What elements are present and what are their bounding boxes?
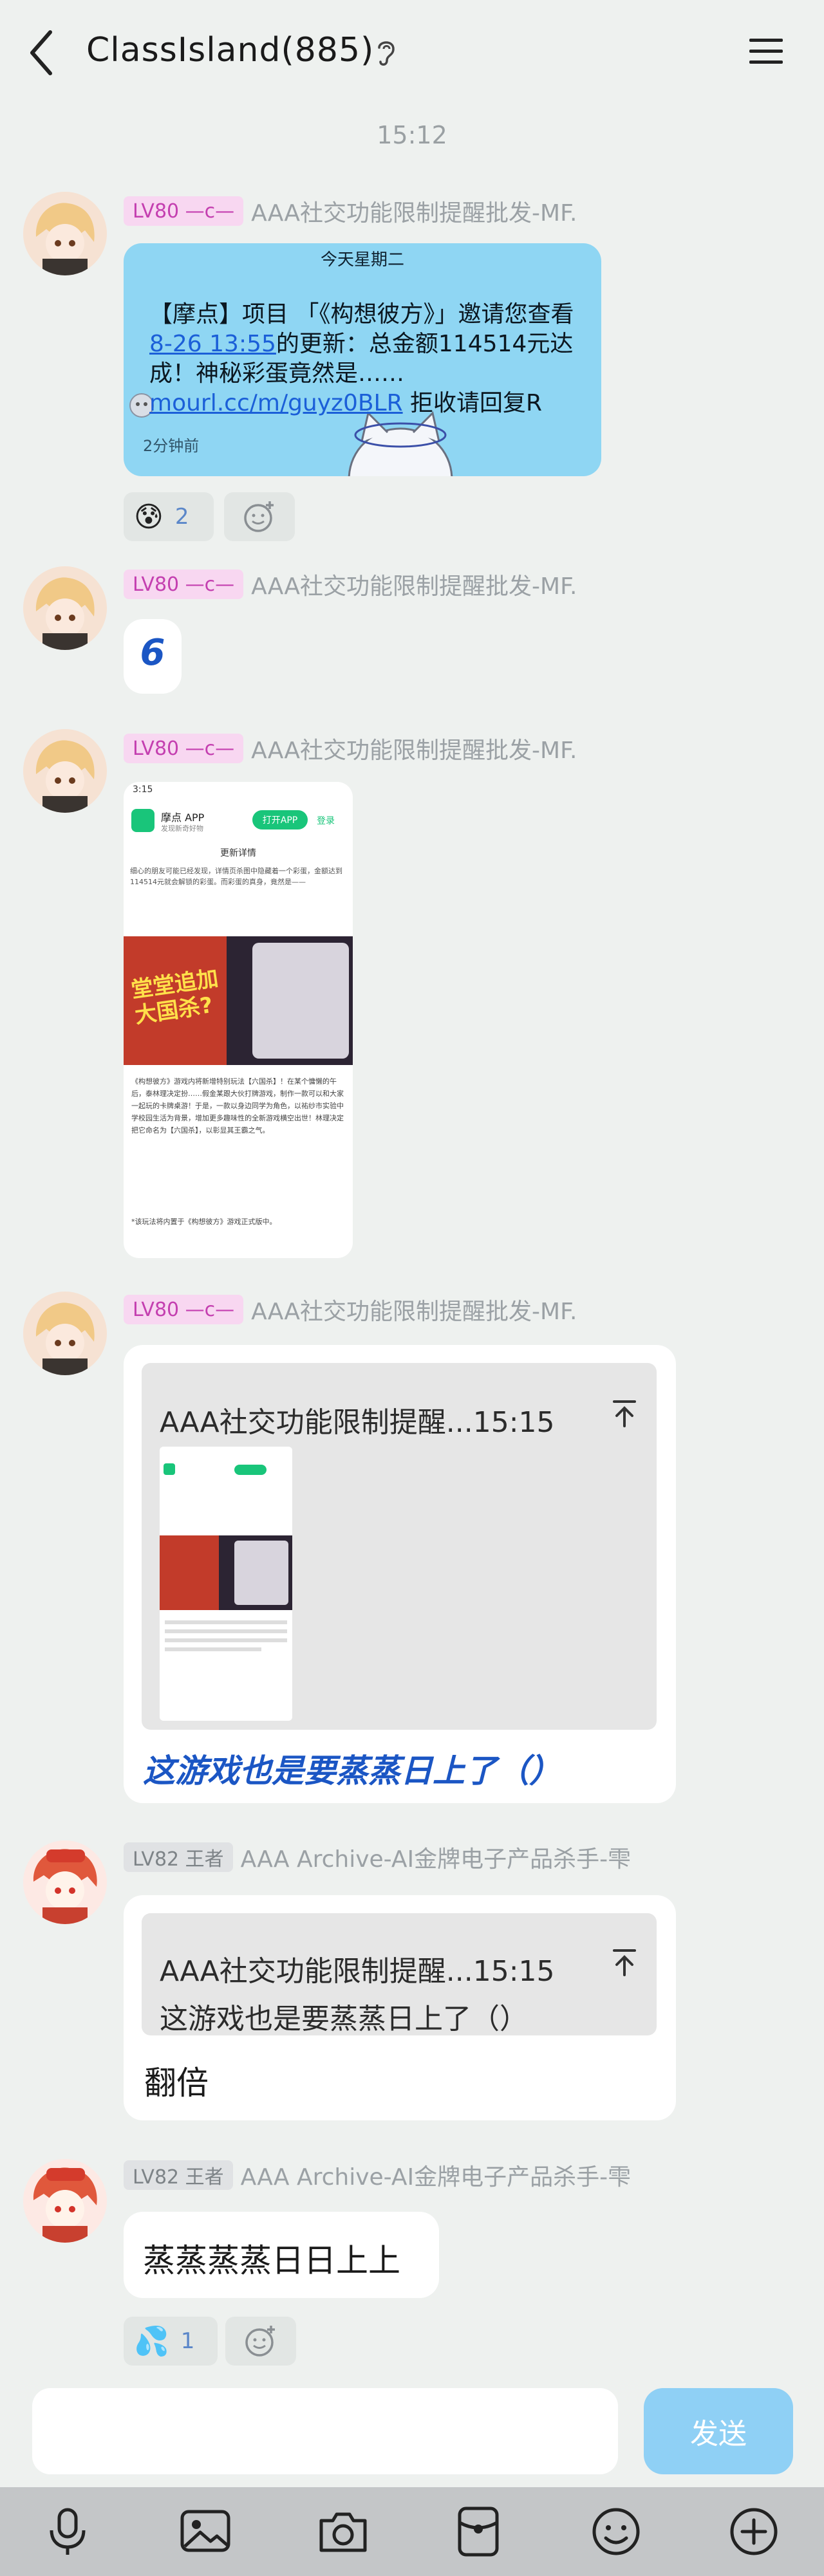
- poster-image: 堂堂追加 大国杀?: [124, 936, 353, 1065]
- plus-icon[interactable]: [725, 2503, 783, 2561]
- top-bar: ClassIsland(885): [0, 0, 824, 106]
- quote-header: AAA社交功能限制提醒...15:15: [160, 1955, 555, 1988]
- message-text: 蒸蒸蒸蒸日日上上: [143, 2242, 400, 2279]
- note-text: *该玩法将内置于《构想彼方》游戏正式版中。: [131, 1218, 277, 1226]
- card-text: 【摩点】项目 「《构想彼方》」邀请您查看8-26 13:55的更新：总金额114…: [149, 300, 587, 418]
- add-emoji-icon: [244, 501, 274, 532]
- camera-icon[interactable]: [314, 2503, 372, 2561]
- add-reaction-button[interactable]: [225, 2317, 296, 2366]
- quoted-image-thumbnail: [160, 1447, 292, 1721]
- chevron-left-icon[interactable]: [26, 27, 58, 79]
- red-packet-icon[interactable]: [449, 2503, 507, 2561]
- message-text: 这游戏也是要蒸蒸日上了（）: [143, 1752, 561, 1790]
- avatar[interactable]: [23, 192, 107, 275]
- message-bubble[interactable]: 蒸蒸蒸蒸日日上上: [124, 2212, 439, 2298]
- sms-forward-card[interactable]: 今天星期二 【摩点】项目 「《构想彼方》」邀请您查看8-26 13:55的更新：…: [124, 243, 601, 476]
- level-badge: LV80 —c—: [124, 734, 244, 763]
- arrow-up-icon[interactable]: [612, 1399, 637, 1427]
- image-icon[interactable]: [176, 2503, 234, 2561]
- card-text-part: 拒收请回复R: [402, 390, 543, 416]
- app-name: 摩点 APP: [161, 811, 205, 824]
- quote-header: AAA社交功能限制提醒...15:15: [160, 1406, 555, 1439]
- quote-text: 这游戏也是要蒸蒸日上了（）: [160, 2003, 528, 2035]
- image-message[interactable]: 3:15 摩点 APP 发现新奇好物 打开APP 登录 更新详情 细心的朋友可能…: [124, 782, 353, 1258]
- level-badge: LV80 —c—: [124, 570, 244, 599]
- reaction-chip[interactable]: 💦 1: [124, 2317, 218, 2366]
- level-badge: LV82 王者: [124, 2160, 233, 2190]
- emoji-icon[interactable]: [587, 2503, 645, 2561]
- level-badge: LV82 王者: [124, 1842, 233, 1872]
- chat-title[interactable]: ClassIsland(885): [86, 31, 374, 69]
- sender-name[interactable]: AAA社交功能限制提醒批发-MF.: [251, 194, 577, 228]
- message-text: 6: [140, 632, 165, 674]
- app-logo: [131, 809, 154, 832]
- add-emoji-icon: [245, 2326, 275, 2357]
- add-reaction-button[interactable]: [224, 492, 295, 541]
- arrow-up-icon[interactable]: [612, 1948, 637, 1976]
- app-sub: 发现新奇好物: [161, 824, 203, 833]
- sender-row: LV80 —c— AAA社交功能限制提醒批发-MF.: [124, 732, 577, 765]
- sender-name[interactable]: AAA Archive-AI金牌电子产品杀手-雫: [241, 1840, 631, 1874]
- bottom-toolbar: [0, 2487, 824, 2576]
- sender-row: LV82 王者 AAA Archive-AI金牌电子产品杀手-雫: [124, 2158, 631, 2192]
- date-link[interactable]: 8-26 13:55: [149, 331, 276, 357]
- sender-name[interactable]: AAA社交功能限制提醒批发-MF.: [251, 732, 577, 765]
- avatar[interactable]: [23, 729, 107, 813]
- open-app-button: 打开APP: [252, 810, 308, 829]
- avatar[interactable]: [23, 1292, 107, 1375]
- status-time: 3:15: [133, 784, 153, 795]
- sender-row: LV82 王者 AAA Archive-AI金牌电子产品杀手-雫: [124, 1840, 631, 1874]
- sweat-droplets-icon: 💦: [134, 2325, 169, 2358]
- sender-name[interactable]: AAA社交功能限制提醒批发-MF.: [251, 1293, 577, 1326]
- level-badge: LV80 —c—: [124, 196, 244, 226]
- anxious-face-icon: 😰: [134, 500, 164, 533]
- card-text-part: 【摩点】项目 「《构想彼方》」邀请您查看: [149, 301, 574, 328]
- sender-name[interactable]: AAA Archive-AI金牌电子产品杀手-雫: [241, 2158, 631, 2192]
- body-text: 《构想彼方》游戏内将新增特别玩法【六国杀】！在某个慵懒的午后，泰林理决定扮……假…: [131, 1077, 344, 1135]
- sender-name[interactable]: AAA社交功能限制提醒批发-MF.: [251, 568, 577, 601]
- time-divider: 15:12: [377, 121, 447, 149]
- reply-bubble[interactable]: AAA社交功能限制提醒...15:15 这游戏也是要蒸蒸日上了（）: [124, 1345, 676, 1803]
- message-input[interactable]: [32, 2388, 618, 2474]
- message-text: 翻倍: [144, 2064, 209, 2102]
- message-bubble[interactable]: 6: [124, 619, 182, 694]
- composer: 发送: [0, 2377, 824, 2487]
- avatar[interactable]: [23, 1840, 107, 1924]
- ear-icon: [378, 41, 395, 66]
- login-link: 登录: [317, 816, 335, 826]
- section-title: 更新详情: [220, 848, 256, 858]
- reaction-count: 1: [180, 2328, 195, 2354]
- body-text: 细心的朋友可能已经发现，详情页杀图中隐藏着一个彩蛋，金额达到114514元就会解…: [130, 867, 342, 886]
- sender-row: LV80 —c— AAA社交功能限制提醒批发-MF.: [124, 568, 577, 601]
- sender-row: LV80 —c— AAA社交功能限制提醒批发-MF.: [124, 194, 577, 228]
- sender-row: LV80 —c— AAA社交功能限制提醒批发-MF.: [124, 1293, 577, 1326]
- avatar[interactable]: [23, 566, 107, 650]
- microphone-icon[interactable]: [39, 2503, 97, 2561]
- menu-icon[interactable]: [747, 35, 785, 67]
- quoted-message[interactable]: AAA社交功能限制提醒...15:15: [142, 1363, 657, 1730]
- card-day: 今天星期二: [320, 250, 404, 270]
- level-badge: LV80 —c—: [124, 1295, 244, 1324]
- reaction-count: 2: [174, 504, 189, 530]
- quoted-message[interactable]: AAA社交功能限制提醒...15:15 这游戏也是要蒸蒸日上了（）: [142, 1913, 657, 2035]
- card-timestamp: 2分钟前: [143, 437, 200, 455]
- url-link[interactable]: mourl.cc/m/guyz0BLR: [149, 390, 403, 416]
- avatar[interactable]: [23, 2159, 107, 2243]
- reaction-chip[interactable]: 😰 2: [124, 492, 214, 541]
- send-button[interactable]: 发送: [644, 2388, 793, 2474]
- reply-bubble[interactable]: AAA社交功能限制提醒...15:15 这游戏也是要蒸蒸日上了（） 翻倍: [124, 1895, 676, 2120]
